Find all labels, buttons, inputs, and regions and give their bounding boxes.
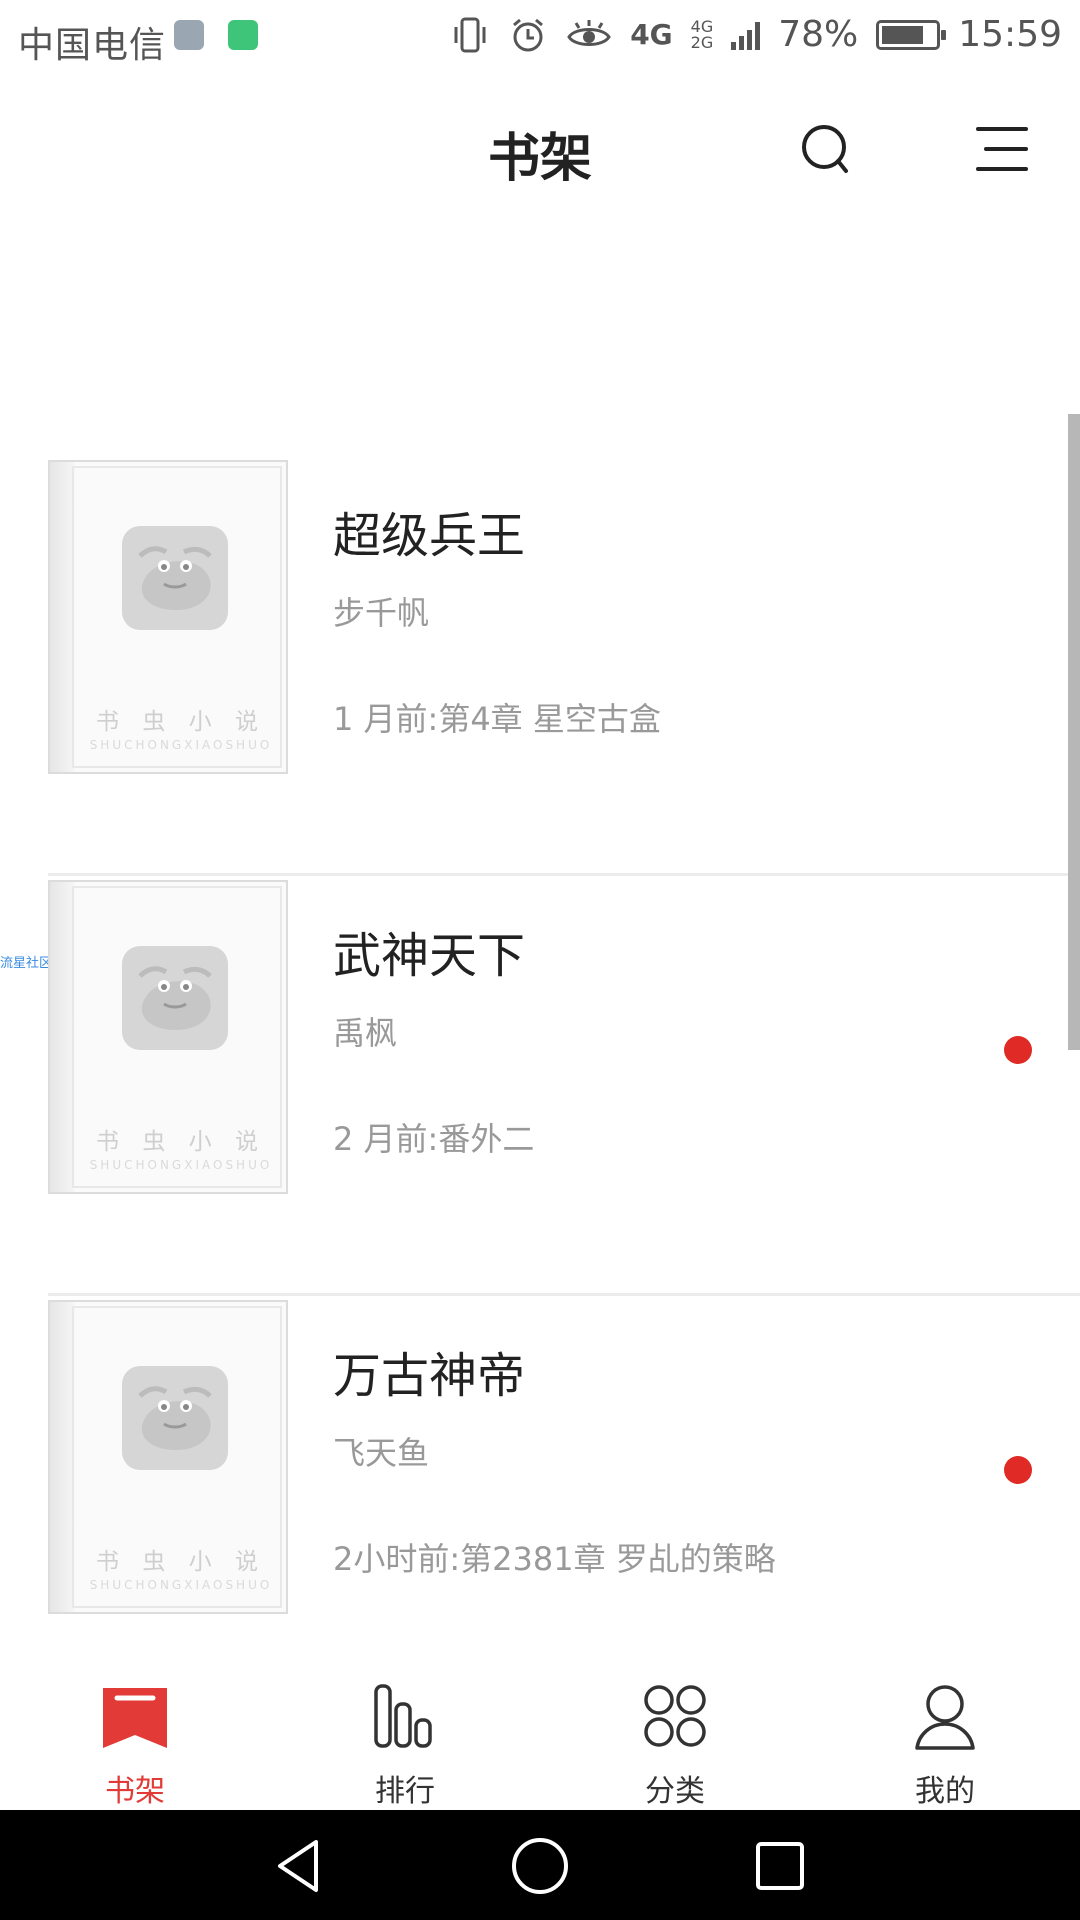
carrier-name: 中国电信	[18, 25, 167, 66]
tab-bar: 书架 排行 分类 我的	[0, 1658, 1080, 1810]
book-cover[interactable]: 书 虫 小 说 SHUCHONGXIAOSHUO	[48, 880, 288, 1194]
search-button[interactable]	[792, 114, 862, 184]
bookshelf-list: 书 虫 小 说 SHUCHONGXIAOSHUO 超级兵王步千帆 1 月前:第4章 星…	[0, 456, 1080, 1716]
book-cover[interactable]: 书 虫 小 说 SHUCHONGXIAOSHUO	[48, 460, 288, 774]
book-author: 禹枫	[333, 1014, 398, 1052]
profile-icon	[915, 1685, 975, 1750]
bookshelf-icon	[103, 1688, 167, 1748]
cover-brand-cn: 书 虫 小 说	[96, 1549, 266, 1575]
cover-brand-en: SHUCHONGXIAOSHUO	[89, 738, 273, 752]
mascot-logo-icon	[122, 946, 228, 1050]
cover-brand-en: SHUCHONGXIAOSHUO	[89, 1578, 273, 1592]
gallery-notification-icon	[174, 20, 204, 50]
tab-label: 分类	[645, 1774, 705, 1809]
menu-icon	[976, 127, 1028, 171]
eye-comfort-icon	[567, 19, 611, 46]
book-item[interactable]: 书 虫 小 说 SHUCHONGXIAOSHUO 万古神帝飞天鱼 2小时前:第2381…	[48, 1296, 1080, 1716]
cover-brand-cn: 书 虫 小 说	[96, 1129, 266, 1155]
status-bar: 中国电信 4G 4G 2G 78% 15:59	[0, 0, 1080, 76]
book-latest-chapter: 2小时前:第2381章 罗乩的策略	[333, 1540, 776, 1578]
tab-profile[interactable]: 我的	[810, 1658, 1080, 1810]
back-icon[interactable]	[268, 1834, 332, 1898]
system-nav-bar	[0, 1810, 1080, 1920]
book-title: 武神天下	[333, 928, 526, 984]
book-author: 飞天鱼	[333, 1434, 430, 1472]
book-cover[interactable]: 书 虫 小 说 SHUCHONGXIAOSHUO	[48, 1300, 288, 1614]
book-item[interactable]: 书 虫 小 说 SHUCHONGXIAOSHUO 武神天下禹枫 2 月前:番外二	[48, 876, 1080, 1296]
cover-brand-cn: 书 虫 小 说	[96, 709, 266, 735]
app-notification-icon	[228, 20, 258, 50]
mascot-logo-icon	[122, 526, 228, 630]
signal-icon	[731, 20, 761, 50]
scrollbar[interactable]	[1068, 414, 1080, 1050]
recents-icon[interactable]	[748, 1834, 812, 1898]
tab-label: 排行	[375, 1774, 435, 1809]
alarm-icon	[513, 18, 544, 51]
menu-button[interactable]	[964, 114, 1034, 184]
new-update-dot	[1004, 1036, 1032, 1064]
home-icon[interactable]	[508, 1834, 572, 1898]
mascot-logo-icon	[122, 1366, 228, 1470]
ranking-icon	[374, 1684, 432, 1748]
vibrate-icon	[454, 17, 486, 52]
tab-ranking[interactable]: 排行	[270, 1658, 540, 1810]
battery-icon	[876, 19, 947, 50]
category-icon	[644, 1685, 706, 1747]
cover-brand-en: SHUCHONGXIAOSHUO	[89, 1158, 273, 1172]
new-update-dot	[1004, 1456, 1032, 1484]
book-latest-chapter: 2 月前:番外二	[333, 1120, 535, 1158]
tab-category[interactable]: 分类	[540, 1658, 810, 1810]
title-bar: 书架	[0, 76, 1080, 216]
book-latest-chapter: 1 月前:第4章 星空古盒	[333, 700, 661, 738]
book-title: 万古神帝	[333, 1348, 526, 1404]
page-title: 书架	[487, 128, 592, 189]
battery-level-fill	[882, 25, 924, 44]
network-type-label: 4G	[630, 18, 673, 51]
tab-label: 书架	[105, 1774, 165, 1809]
network-type-bottom: 2G	[690, 32, 714, 52]
tab-bookshelf[interactable]: 书架	[0, 1658, 270, 1810]
clock: 15:59	[958, 14, 1062, 55]
search-icon	[802, 125, 848, 173]
tab-label: 我的	[915, 1774, 975, 1809]
battery-percent: 78%	[778, 14, 859, 55]
status-indicators: 4G 4G 2G 78% 15:59	[450, 14, 1062, 55]
book-title: 超级兵王	[333, 508, 526, 564]
network-type-stack: 4G 2G	[690, 18, 714, 52]
book-author: 步千帆	[333, 594, 430, 632]
book-item[interactable]: 书 虫 小 说 SHUCHONGXIAOSHUO 超级兵王步千帆 1 月前:第4章 星…	[48, 456, 1080, 876]
